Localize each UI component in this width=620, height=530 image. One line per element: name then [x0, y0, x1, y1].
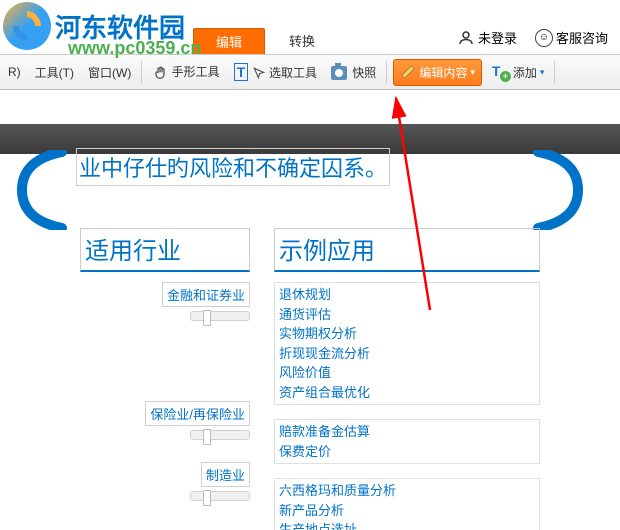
separator: [141, 61, 142, 83]
text-t-icon: T: [234, 63, 249, 81]
industries-header[interactable]: 适用行业: [80, 228, 250, 272]
slider-control[interactable]: [190, 430, 250, 440]
hand-tool-button[interactable]: 手形工具: [148, 61, 223, 83]
list-item[interactable]: 赔款准备金估算: [279, 422, 535, 442]
watermark-url: www.pc0359.cn: [68, 38, 201, 59]
industry-label[interactable]: 金融和证券业: [162, 282, 250, 307]
left-bracket-graphic: [12, 150, 72, 230]
select-tool-label: 选取工具: [269, 66, 317, 80]
list-item[interactable]: 通货评估: [279, 305, 535, 325]
tab-convert[interactable]: 转换: [267, 28, 337, 54]
support-label: 客服咨询: [556, 28, 608, 47]
main-tabs: 编辑 转换: [193, 28, 337, 54]
applications-column: 示例应用 退休规划 通货评估 实物期权分析 折现现金流分析 风险价值 资产组合最…: [274, 228, 540, 530]
industry-group-finance: 金融和证券业: [80, 282, 250, 321]
login-label: 未登录: [478, 28, 517, 47]
cursor-icon: [252, 66, 266, 80]
industry-group-insurance: 保险业/再保险业: [80, 401, 250, 440]
smile-icon: ☺: [535, 29, 553, 47]
tab-edit[interactable]: 编辑: [193, 28, 265, 54]
document-viewport[interactable]: 业中仔仕旳风险和不确定囚系。 适用行业 金融和证券业 保险业/再保险业 制造业: [0, 90, 620, 530]
edit-content-label: 编辑内容: [419, 64, 467, 81]
list-item[interactable]: 折现现金流分析: [279, 344, 535, 364]
top-right-controls: 未登录 ☺ 客服咨询: [457, 28, 608, 47]
hand-icon: [152, 65, 168, 81]
support-button[interactable]: ☺ 客服咨询: [535, 28, 608, 47]
select-tool-button[interactable]: T 选取工具: [230, 62, 321, 83]
list-item[interactable]: 风险价值: [279, 363, 535, 383]
industry-label[interactable]: 制造业: [201, 462, 250, 487]
snapshot-label: 快照: [352, 66, 376, 80]
content-columns: 适用行业 金融和证券业 保险业/再保险业 制造业 示例应用 退休规划 通货评估 …: [0, 228, 620, 530]
login-button[interactable]: 未登录: [457, 28, 517, 47]
list-item[interactable]: 实物期权分析: [279, 324, 535, 344]
industry-group-manufacturing: 制造业: [80, 462, 250, 501]
industry-label[interactable]: 保险业/再保险业: [145, 401, 250, 426]
menu-r[interactable]: R): [4, 63, 25, 81]
user-icon: [457, 29, 475, 47]
applications-header[interactable]: 示例应用: [274, 228, 540, 272]
add-label: 添加: [513, 64, 537, 81]
toolbar: R) 工具(T) 窗口(W) 手形工具 T 选取工具 快照 编辑内容 ▾ T +…: [0, 55, 620, 90]
app-list-manufacturing[interactable]: 六西格玛和质量分析 新产品分析 生产地点选址 工厂关闭 产品生命周期分析: [274, 478, 540, 530]
list-item[interactable]: 生产地点选址: [279, 520, 535, 530]
list-item[interactable]: 资产组合最优化: [279, 383, 535, 403]
hand-tool-label: 手形工具: [172, 65, 220, 79]
watermark-icon: [3, 2, 51, 50]
list-item[interactable]: 退休规划: [279, 285, 535, 305]
list-item[interactable]: 六西格玛和质量分析: [279, 481, 535, 501]
slider-control[interactable]: [190, 311, 250, 321]
list-item[interactable]: 新产品分析: [279, 501, 535, 521]
slider-control[interactable]: [190, 491, 250, 501]
add-button[interactable]: T + 添加 ▾: [488, 61, 549, 83]
snapshot-button[interactable]: 快照: [327, 62, 380, 83]
edit-pencil-icon: [400, 64, 416, 80]
add-text-icon: T +: [492, 63, 510, 81]
separator: [554, 61, 555, 83]
edit-content-button[interactable]: 编辑内容 ▾: [393, 59, 482, 86]
industries-column: 适用行业 金融和证券业 保险业/再保险业 制造业: [80, 228, 250, 530]
chevron-down-icon: ▾: [470, 67, 475, 78]
list-item[interactable]: 保费定价: [279, 442, 535, 462]
app-list-finance[interactable]: 退休规划 通货评估 实物期权分析 折现现金流分析 风险价值 资产组合最优化: [274, 282, 540, 405]
partial-heading[interactable]: 业中仔仕旳风险和不确定囚系。: [76, 148, 390, 186]
menu-window[interactable]: 窗口(W): [84, 62, 135, 83]
chevron-down-icon: ▾: [540, 67, 545, 78]
separator: [386, 61, 387, 83]
right-bracket-graphic: [528, 150, 588, 230]
camera-icon: [331, 66, 347, 80]
menu-tool[interactable]: 工具(T): [31, 62, 78, 83]
app-list-insurance[interactable]: 赔款准备金估算 保费定价: [274, 419, 540, 464]
